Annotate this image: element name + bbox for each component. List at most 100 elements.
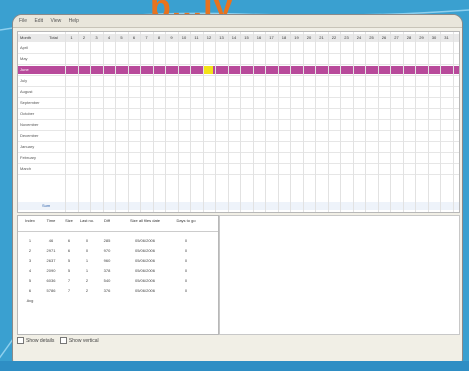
grid-row-divider bbox=[18, 174, 459, 175]
summary-table-row[interactable]: 6 5786 7 2 376 05/06/2006 0 bbox=[18, 286, 218, 295]
detail-pane bbox=[219, 215, 460, 335]
summary-table-cell: 0 bbox=[85, 248, 89, 253]
summary-table-row[interactable]: 1 46 6 0 285 05/06/2006 0 bbox=[18, 236, 218, 245]
day-column-header: 4 bbox=[107, 35, 111, 40]
month-day-grid[interactable]: Month Total 1 2 3 4 5 6 7 8 9 10 11 12 13 14 15 16 17 18 19 2… bbox=[17, 31, 460, 213]
summary-table-cell: 0 bbox=[184, 238, 188, 243]
grid-column-divider bbox=[327, 32, 329, 212]
summary-table-cell: 0 bbox=[85, 238, 89, 243]
grid-row[interactable]: November bbox=[18, 121, 459, 129]
show-details-label: Show details bbox=[26, 337, 55, 344]
day-column-header: 13 bbox=[219, 35, 224, 40]
summary-table-cell: 05/06/2006 bbox=[134, 258, 156, 263]
menu-file[interactable]: File bbox=[19, 18, 27, 24]
summary-table-cell: 1 bbox=[85, 258, 89, 263]
grid-column-divider bbox=[415, 32, 416, 212]
grid-row[interactable]: September bbox=[18, 99, 459, 107]
grid-column-divider bbox=[165, 32, 166, 212]
grid-row-selected[interactable]: June bbox=[18, 66, 459, 74]
summary-table-cell: 3 bbox=[28, 258, 32, 263]
day-column-header: 26 bbox=[381, 35, 387, 40]
summary-table-header: Size all files date bbox=[129, 218, 160, 223]
month-label: January bbox=[20, 144, 35, 149]
avg-label: Avg bbox=[26, 298, 34, 303]
grid-column-divider bbox=[177, 32, 179, 212]
grid-row-divider bbox=[18, 97, 459, 98]
grid-column-divider bbox=[252, 32, 254, 212]
show-vertical-checkbox[interactable] bbox=[59, 337, 67, 344]
menu-view[interactable]: View bbox=[50, 18, 61, 24]
day-column-header: 21 bbox=[319, 35, 324, 40]
menu-help[interactable]: Help bbox=[69, 18, 79, 24]
summary-table-header: Time bbox=[46, 218, 56, 223]
summary-table-cell: 960 bbox=[103, 258, 111, 263]
bottom-options: Show details Show vertical bbox=[17, 337, 99, 344]
grid-row[interactable]: July bbox=[18, 77, 459, 85]
day-column-header: 17 bbox=[269, 35, 274, 40]
grid-row-divider bbox=[18, 119, 459, 120]
grid-row[interactable]: May bbox=[18, 55, 459, 63]
summary-table-cell: 05/06/2006 bbox=[134, 288, 156, 293]
grid-total-header: Total bbox=[49, 35, 58, 40]
grid-column-divider bbox=[315, 32, 316, 212]
summary-table-row[interactable]: 5 6036 7 2 540 05/06/2006 0 bbox=[18, 276, 218, 285]
menu-edit[interactable]: Edit bbox=[34, 18, 43, 24]
selected-cell[interactable] bbox=[203, 66, 213, 74]
grid-column-divider bbox=[277, 32, 279, 212]
summary-table-cell: 4 bbox=[28, 268, 32, 273]
summary-table-cell: 378 bbox=[103, 268, 111, 273]
summary-table-cell: 970 bbox=[103, 248, 111, 253]
day-column-header: 11 bbox=[194, 35, 199, 40]
summary-table-cell: 5786 bbox=[46, 288, 56, 293]
day-column-header: 16 bbox=[256, 35, 262, 40]
grid-row[interactable]: January bbox=[18, 143, 459, 151]
grid-column-divider bbox=[65, 32, 66, 212]
summary-table-row[interactable]: 4 2090 5 1 378 05/06/2006 0 bbox=[18, 266, 218, 275]
summary-table-cell: 540 bbox=[103, 278, 111, 283]
day-column-header: 1 bbox=[70, 35, 73, 40]
day-column-header: 29 bbox=[419, 35, 424, 40]
grid-row[interactable]: August bbox=[18, 88, 459, 96]
summary-table-cell: 5 bbox=[67, 258, 71, 263]
grid-header-row[interactable]: Month Total 1 2 3 4 5 6 7 8 9 10 11 12 13 14 15 16 17 18 19 2… bbox=[18, 34, 459, 42]
grid-column-divider bbox=[102, 32, 104, 212]
grid-row[interactable]: March bbox=[18, 165, 459, 173]
summary-table-cell: 2 bbox=[28, 248, 32, 253]
month-label: June bbox=[20, 67, 29, 72]
summary-table-cell: 2637 bbox=[46, 258, 56, 263]
show-details-checkbox[interactable] bbox=[17, 337, 24, 344]
month-label: October bbox=[20, 111, 35, 116]
day-column-header: 20 bbox=[306, 35, 312, 40]
day-column-header: 8 bbox=[157, 35, 161, 40]
month-label: November bbox=[20, 122, 39, 127]
grid-column-divider bbox=[190, 32, 191, 212]
grid-column-divider bbox=[365, 32, 366, 212]
summary-table-cell: 1 bbox=[28, 238, 32, 243]
grid-row[interactable]: December bbox=[18, 132, 459, 140]
day-column-header: 30 bbox=[431, 35, 437, 40]
grid-row-divider bbox=[18, 64, 459, 65]
day-column-header: 6 bbox=[132, 35, 136, 40]
summary-table-cell: 0 bbox=[184, 268, 188, 273]
day-column-header: 12 bbox=[206, 35, 212, 40]
day-column-header: 18 bbox=[281, 35, 287, 40]
summary-table-cell: 7 bbox=[67, 288, 71, 293]
grid-row[interactable]: April bbox=[18, 44, 459, 52]
summary-table-row[interactable]: 3 2637 5 1 960 05/06/2006 0 bbox=[18, 256, 218, 265]
summary-table-cell: 6036 bbox=[46, 278, 56, 283]
summary-table-cell: 285 bbox=[103, 238, 111, 243]
grid-row[interactable]: February bbox=[18, 154, 459, 162]
summary-table-cell: 05/06/2006 bbox=[134, 278, 156, 283]
grid-row-divider bbox=[18, 141, 459, 142]
summary-table[interactable]: Index Time Size Last no. Diff Size all files … bbox=[17, 215, 219, 335]
summary-table-header: Diff bbox=[104, 218, 110, 223]
day-column-header: 31 bbox=[444, 35, 449, 40]
grid-column-divider bbox=[152, 32, 154, 212]
summary-table-cell: 5 bbox=[67, 268, 71, 273]
grid-sum-row[interactable]: Sum bbox=[18, 202, 459, 210]
grid-row-divider bbox=[18, 163, 459, 164]
grid-row[interactable]: October bbox=[18, 110, 459, 118]
grid-column-divider bbox=[402, 32, 404, 212]
day-column-header: 27 bbox=[394, 35, 399, 40]
summary-table-row[interactable]: 2 2971 6 0 970 05/06/2006 0 bbox=[18, 246, 218, 255]
